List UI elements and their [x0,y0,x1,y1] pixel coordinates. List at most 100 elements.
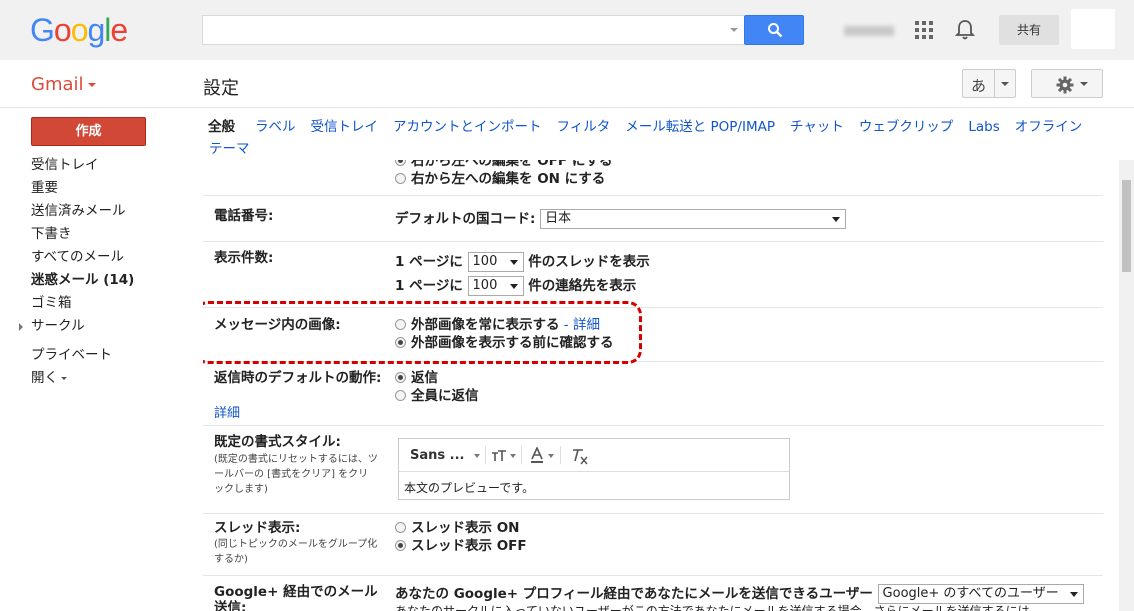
google-plus-description: あなたの Google+ プロフィール経由であなたにメールを送信できるユーザー [395,586,873,602]
chevron-down-icon [509,260,518,265]
rtl-off-option[interactable]: 右から左への編集を OFF にする [395,160,612,170]
country-code-select[interactable]: 日本 [540,209,847,229]
sidebar-item-spam[interactable]: 迷惑メール (14) [0,269,190,292]
google-plus-description2: あなたのサークルに入っていないユーザーがこの方法であなたにメールを送信する場合、… [395,604,1030,611]
divider [994,70,995,97]
logo-letter: o [53,12,72,48]
logo-letter: e [110,12,128,48]
settings-row-rtl: 右から左への編集を OFF にする 右から左への編集を ON にする [203,160,1103,196]
expand-arrow-icon[interactable] [19,323,23,331]
tab-themes[interactable]: テーマ [209,138,250,160]
search-button[interactable] [744,15,804,45]
threads-suffix: 件のスレッドを表示 [528,254,650,270]
clear-formatting-icon[interactable] [571,448,589,465]
reply-all-option[interactable]: 全員に返信 [395,387,479,405]
tab-accounts[interactable]: アカウントとインポート [393,116,542,138]
scrollbar-thumb[interactable] [1122,180,1131,272]
compose-button[interactable]: 作成 [31,117,146,146]
chevron-down-icon[interactable] [548,454,554,458]
sidebar-item-inbox[interactable]: 受信トレイ [0,154,190,177]
conversation-off-option[interactable]: スレッド表示 OFF [395,537,527,555]
sidebar-item-all-mail[interactable]: すべてのメール [0,246,190,269]
conversation-on-option[interactable]: スレッド表示 ON [395,519,519,537]
avatar[interactable] [1071,9,1115,49]
text-style-note: (既定の書式にリセットするには、ツールバーの [書式をクリア] をクリックします… [214,454,378,495]
logo-letter: g [87,12,105,48]
reply-details-link[interactable]: 詳細 [214,402,240,421]
settings-row-phone: 電話番号: デフォルトの国コード: 日本 [203,196,1103,242]
radio-button[interactable] [395,372,406,383]
country-code-label: デフォルトの国コード: [395,211,536,227]
search-options-caret-icon[interactable] [730,28,738,32]
sidebar-item-more[interactable]: 開く [0,367,190,390]
reply-label: 返信時のデフォルトの動作: [214,370,382,386]
input-tools-button[interactable]: あ [962,69,1016,98]
chevron-down-icon[interactable] [510,454,516,458]
text-color-icon[interactable] [530,447,544,465]
ime-label: あ [971,77,987,95]
tab-offline[interactable]: オフライン [1015,116,1083,138]
tab-forwarding[interactable]: メール転送と POP/IMAP [625,116,775,138]
contacts-per-page-select[interactable]: 100 [467,276,524,296]
sidebar-item-trash[interactable]: ゴミ箱 [0,292,190,315]
tab-webclips[interactable]: ウェブクリップ [859,116,954,138]
sidebar-item-drafts[interactable]: 下書き [0,223,190,246]
share-button[interactable]: 共有 [999,15,1059,45]
gmail-app-switcher[interactable]: Gmail [31,74,96,95]
font-family-select[interactable]: Sans ... [410,448,464,463]
text-style-label: 既定の書式スタイル: [214,434,341,450]
sidebar: 作成 受信トレイ 重要 送信済みメール 下書き すべてのメール 迷惑メール (1… [0,108,190,611]
rtl-on-option[interactable]: 右から左への編集を ON にする [395,170,605,188]
chevron-down-icon[interactable] [474,454,480,458]
radio-button[interactable] [395,390,406,401]
apps-grid-icon[interactable] [915,21,933,39]
text-style-editor: Sans ... 本文のプレビューです。 [398,438,790,500]
chevron-down-icon [1080,82,1088,86]
tab-labels[interactable]: ラベル [255,116,296,138]
divider [560,446,561,464]
tab-filters[interactable]: フィルタ [557,116,611,138]
google-plus-select[interactable]: Google+ のすべてのユーザー [877,584,1084,604]
radio-button[interactable] [395,540,406,551]
sidebar-item-circles[interactable]: サークル [0,315,190,338]
sidebar-item-label: 開く [31,370,58,386]
reply-all-label-text: 全員に返信 [411,388,479,404]
threads-per-page-line: 1 ページに 100 件のスレッドを表示 [395,252,650,272]
tab-inbox[interactable]: 受信トレイ [311,116,379,138]
radio-button[interactable] [395,173,406,184]
editor-preview-text[interactable]: 本文のプレビューです。 [404,479,534,496]
settings-row-reply: 返信時のデフォルトの動作: 詳細 返信 全員に返信 [203,362,1103,426]
bell-icon[interactable] [955,19,975,41]
reply-option[interactable]: 返信 [395,369,438,387]
search-input[interactable] [202,15,744,45]
sidebar-item-private[interactable]: プライベート [0,344,190,367]
divider [521,446,522,464]
conversation-off-label: スレッド表示 OFF [411,538,527,554]
tab-labs[interactable]: Labs [968,116,999,138]
radio-button[interactable] [395,522,406,533]
contacts-suffix: 件の連絡先を表示 [528,278,637,294]
tab-general[interactable]: 全般 [203,116,240,138]
tab-chat[interactable]: チャット [790,116,844,138]
google-logo[interactable]: Google [30,12,128,48]
page-prefix: 1 ページに [395,278,463,294]
scrollbar[interactable] [1119,160,1134,611]
threads-per-page-select[interactable]: 100 [467,252,524,272]
radio-button[interactable] [395,160,406,166]
sidebar-nav: 受信トレイ 重要 送信済みメール 下書き すべてのメール 迷惑メール (14) … [0,154,190,390]
page-prefix: 1 ページに [395,254,463,270]
font-size-icon[interactable] [491,449,507,463]
logo-letter: G [30,12,55,48]
sub-header: Gmail 設定 あ [0,60,1134,108]
logo-letter: o [70,12,89,48]
gmail-label: Gmail [31,74,84,95]
top-bar: Google 共有 [0,0,1134,60]
sidebar-item-important[interactable]: 重要 [0,177,190,200]
chevron-down-icon[interactable] [1001,82,1009,86]
threads-per-page-value: 100 [472,254,498,269]
settings-menu-button[interactable] [1031,69,1103,98]
phone-country-line: デフォルトの国コード: 日本 [395,209,847,229]
page-title: 設定 [203,78,239,99]
google-plus-label: Google+ 経由でのメール送信: [214,584,378,611]
sidebar-item-sent[interactable]: 送信済みメール [0,200,190,223]
